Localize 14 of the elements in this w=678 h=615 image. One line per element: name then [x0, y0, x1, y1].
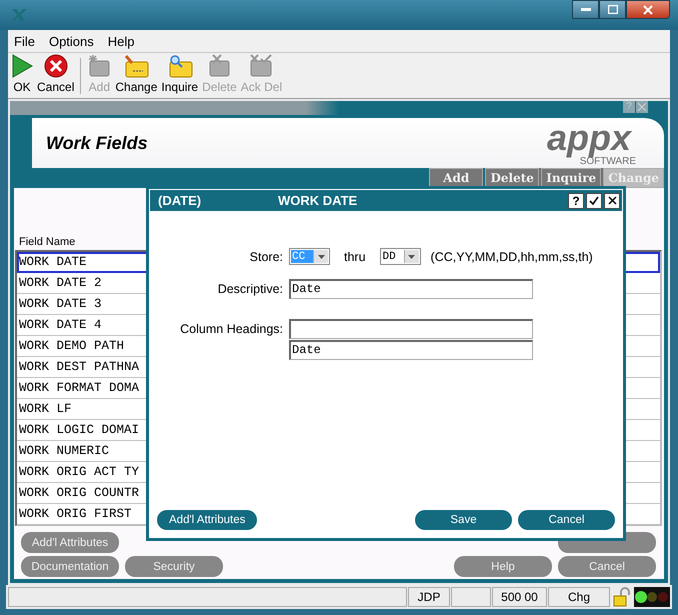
field-label: Descriptive: — [216, 282, 283, 296]
format-hint: (CC,YY,MM,DD,hh,mm,ss,th) — [430, 250, 593, 264]
logo-wordmark: appx — [546, 118, 632, 156]
status-cell: JDP — [408, 587, 450, 607]
screen-title: Work Fields — [46, 132, 148, 154]
logo-tagline: SOFTWARE — [580, 156, 636, 168]
field-label: Store: — [248, 250, 283, 264]
dialog-title: WORK DATE — [278, 193, 358, 208]
column-heading: Field Name — [18, 236, 76, 248]
field-label: Column Headings: — [179, 322, 283, 336]
dialog-type: (DATE) — [158, 193, 202, 208]
status-cell: 500 00 — [492, 587, 547, 607]
status-cell: Chg — [548, 587, 610, 607]
field-label: thru — [344, 250, 366, 264]
